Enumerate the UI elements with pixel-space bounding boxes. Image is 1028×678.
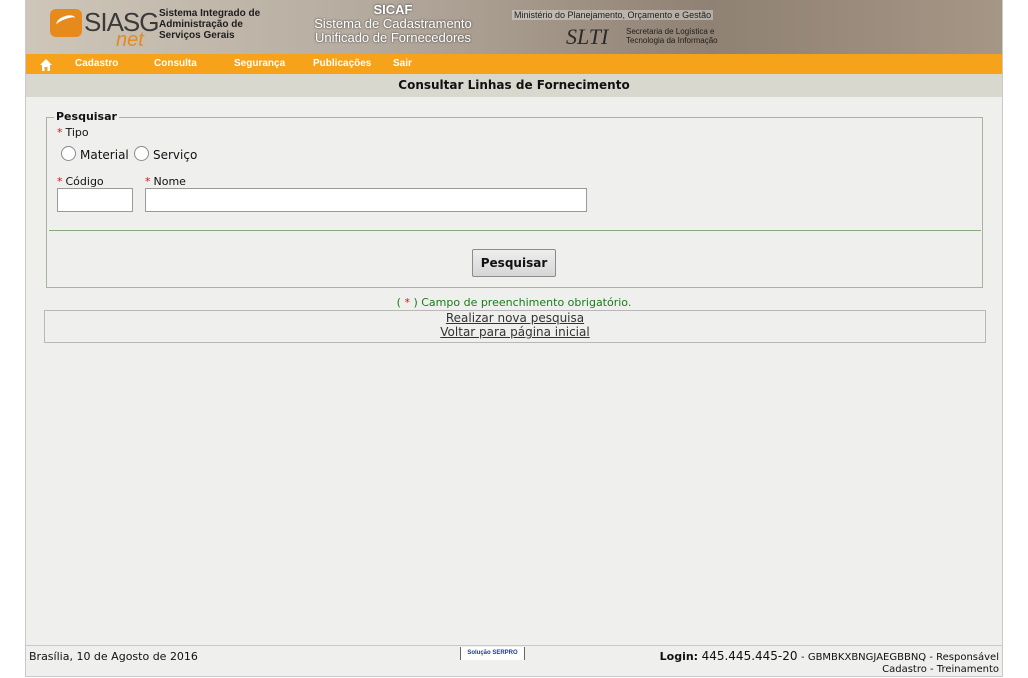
menu-item-consulta[interactable]: Consulta (154, 58, 197, 69)
tipo-label-text: Tipo (65, 126, 89, 139)
sicaf-subtitle: Sistema de Cadastramento Unificado de Fo… (314, 16, 472, 45)
pesquisar-button[interactable]: Pesquisar (472, 249, 556, 277)
radio-servico[interactable] (134, 146, 149, 161)
menu-item-publicacoes[interactable]: Publicações (313, 58, 371, 69)
required-note-text: Campo de preenchimento obrigatório. (421, 296, 632, 309)
footer: Brasília, 10 de Agosto de 2016 Solução S… (26, 645, 1002, 678)
codigo-label-text: Código (65, 175, 104, 188)
sicaf-logo: SICAF Sistema de Cadastramento Unificado… (298, 3, 488, 45)
back-home-link[interactable]: Voltar para página inicial (45, 325, 985, 339)
login-profile: Cadastro - Treinamento (882, 664, 999, 675)
required-note: ( * ) Campo de preenchimento obrigatório… (26, 296, 1002, 309)
home-icon[interactable] (39, 57, 53, 71)
siasg-logo: SIASG net (48, 3, 159, 51)
siasg-swoosh-icon (50, 9, 82, 37)
nome-label-text: Nome (153, 175, 186, 188)
main-menu: Cadastro Consulta Segurança Publicações … (26, 54, 1002, 74)
footer-date: Brasília, 10 de Agosto de 2016 (29, 650, 198, 663)
menu-item-seguranca[interactable]: Segurança (234, 58, 285, 69)
page-title: Consultar Linhas de Fornecimento (26, 74, 1002, 97)
nome-input[interactable] (145, 188, 587, 212)
menu-item-cadastro[interactable]: Cadastro (75, 58, 118, 69)
page-frame: SIASG net Sistema Integrado de Administr… (25, 0, 1003, 677)
required-note-star: * (404, 296, 410, 309)
login-cpf: 445.445.445-20 (701, 649, 798, 663)
system-name: Sistema Integrado de Administração de Se… (159, 8, 261, 41)
login-user: - GBMBKXBNGJAEGBBNQ - Responsável (801, 652, 999, 663)
ministry-name: Ministério do Planejamento, Orçamento e … (512, 10, 714, 20)
required-marker: * (57, 175, 63, 188)
slti-logo: SLTI (566, 24, 609, 49)
login-label: Login: (659, 650, 699, 663)
required-marker: * (57, 126, 63, 139)
radio-servico-label[interactable]: Serviço (153, 148, 197, 162)
radio-material[interactable] (61, 146, 76, 161)
header-banner: SIASG net Sistema Integrado de Administr… (26, 0, 1002, 54)
links-box: Realizar nova pesquisa Voltar para págin… (44, 310, 986, 343)
new-search-link[interactable]: Realizar nova pesquisa (45, 311, 985, 325)
codigo-label: * Código (57, 175, 104, 188)
login-info: Login: 445.445.445-20 - GBMBKXBNGJAEGBBN… (660, 650, 999, 676)
form-divider (49, 230, 981, 231)
tipo-label: * Tipo (57, 126, 89, 139)
required-note-open: ( (396, 296, 401, 309)
menu-item-sair[interactable]: Sair (393, 58, 412, 69)
logo-suffix: net (116, 29, 144, 51)
serpro-logo: Solução SERPRO (460, 647, 525, 660)
radio-material-label[interactable]: Material (80, 148, 129, 162)
codigo-input[interactable] (57, 188, 133, 212)
sicaf-title: SICAF (373, 2, 413, 17)
fieldset-legend: Pesquisar (54, 110, 119, 123)
nome-label: * Nome (145, 175, 186, 188)
search-fieldset: Pesquisar * Tipo Material Serviço * Código… (46, 110, 983, 288)
slti-description: Secretaria de Logística e Tecnologia da … (626, 27, 718, 45)
required-note-close: ) (413, 296, 418, 309)
required-marker: * (145, 175, 151, 188)
